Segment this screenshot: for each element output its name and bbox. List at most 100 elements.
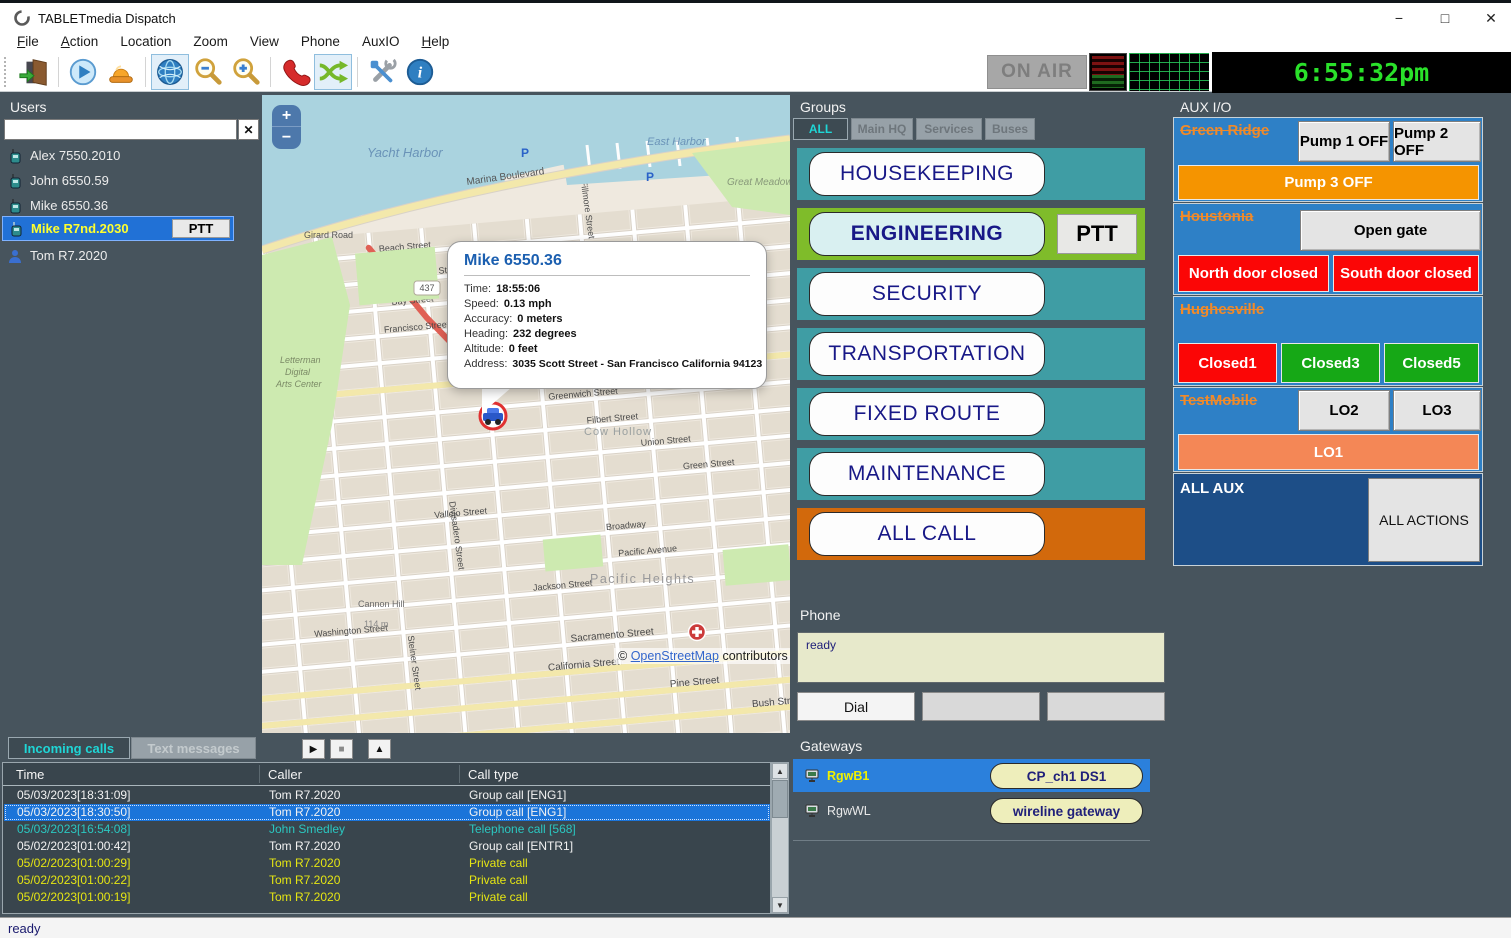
- pump3-button[interactable]: Pump 3 OFF: [1178, 165, 1479, 200]
- gateway-row-selected[interactable]: RgwB1 CP_ch1 DS1: [793, 759, 1150, 792]
- menu-file[interactable]: File: [6, 30, 50, 53]
- zoom-out-button[interactable]: [189, 54, 227, 90]
- lo3-button[interactable]: LO3: [1393, 390, 1481, 431]
- menu-action[interactable]: Action: [50, 30, 110, 53]
- attribution-suffix: contributors: [722, 649, 787, 663]
- maximize-button[interactable]: □: [1428, 6, 1462, 30]
- zoom-in-button[interactable]: [227, 54, 265, 90]
- info-icon: i: [404, 56, 436, 88]
- patch-arrows-button[interactable]: [314, 54, 352, 90]
- menu-phone[interactable]: Phone: [290, 30, 351, 53]
- call-row[interactable]: 05/02/2023[01:00:19]Tom R7.2020Private c…: [4, 889, 770, 906]
- exit-door-icon: [18, 56, 50, 88]
- groups-tab-all[interactable]: ALL: [793, 118, 848, 140]
- group-call-button[interactable]: HOUSEKEEPING: [809, 152, 1045, 196]
- column-header-time[interactable]: Time: [16, 767, 44, 782]
- call-row[interactable]: 05/03/2023[18:31:09]Tom R7.2020Group cal…: [4, 787, 770, 804]
- alert-siren-button[interactable]: [102, 54, 140, 90]
- closed3-button[interactable]: Closed3: [1281, 343, 1380, 383]
- pump2-button[interactable]: Pump 2 OFF: [1393, 121, 1481, 162]
- openstreetmap-link[interactable]: OpenStreetMap: [631, 649, 719, 663]
- phone-blank-button[interactable]: [922, 692, 1040, 721]
- gateway-channel-button[interactable]: wireline gateway: [990, 798, 1143, 824]
- start-button[interactable]: [64, 54, 102, 90]
- group-call-button[interactable]: MAINTENANCE: [809, 452, 1045, 496]
- phone-blank-button[interactable]: [1047, 692, 1165, 721]
- groups-tab-mainhq[interactable]: Main HQ: [851, 118, 913, 140]
- group-ptt-button[interactable]: PTT: [1057, 214, 1137, 254]
- dial-button[interactable]: Dial: [797, 692, 915, 721]
- lo2-button[interactable]: LO2: [1298, 390, 1390, 431]
- user-row-selected[interactable]: Mike R7nd.2030 PTT: [2, 216, 234, 241]
- exit-button[interactable]: [15, 54, 53, 90]
- map-label: Arts Center: [275, 379, 323, 389]
- user-name: Tom R7.2020: [30, 248, 107, 263]
- call-row[interactable]: 05/02/2023[01:00:29]Tom R7.2020Private c…: [4, 855, 770, 872]
- map-network-button[interactable]: [151, 54, 189, 90]
- aux-site-name: Houstonia: [1180, 208, 1253, 225]
- all-actions-button[interactable]: ALL ACTIONS: [1368, 478, 1480, 562]
- lo1-button[interactable]: LO1: [1178, 434, 1479, 470]
- group-call-button[interactable]: TRANSPORTATION: [809, 332, 1045, 376]
- scroll-up-arrow[interactable]: ▲: [772, 763, 788, 779]
- crosspatch-arrows-icon: [317, 56, 349, 88]
- column-header-calltype[interactable]: Call type: [468, 767, 519, 782]
- group-row-fixed-route: FIXED ROUTE: [797, 388, 1145, 440]
- column-header-caller[interactable]: Caller: [268, 767, 302, 782]
- users-search-clear-button[interactable]: ✕: [238, 119, 259, 140]
- pump1-button[interactable]: Pump 1 OFF: [1298, 121, 1390, 162]
- call-row-selected[interactable]: 05/03/2023[18:30:50]Tom R7.2020Group cal…: [4, 804, 770, 821]
- user-row[interactable]: Mike 6550.36: [2, 193, 234, 218]
- map-canvas[interactable]: Beach Street North Point Street Bay Stre…: [262, 95, 790, 733]
- group-call-button[interactable]: ENGINEERING: [809, 212, 1045, 256]
- user-row[interactable]: Alex 7550.2010: [2, 143, 234, 168]
- closed5-button[interactable]: Closed5: [1384, 343, 1479, 383]
- call-stop-button[interactable]: ■: [330, 739, 353, 759]
- group-call-button[interactable]: FIXED ROUTE: [809, 392, 1045, 436]
- tab-incoming-calls[interactable]: Incoming calls: [8, 737, 130, 759]
- toolbar-drag-handle[interactable]: [4, 57, 7, 87]
- menu-view[interactable]: View: [239, 30, 290, 53]
- menu-zoom[interactable]: Zoom: [182, 30, 239, 53]
- calls-scrollbar[interactable]: ▲ ▼: [771, 762, 789, 914]
- info-button[interactable]: i: [401, 54, 439, 90]
- scroll-down-arrow[interactable]: ▼: [772, 897, 788, 913]
- call-up-button[interactable]: ▲: [368, 739, 391, 759]
- tab-text-messages[interactable]: Text messages: [131, 737, 256, 759]
- group-call-button[interactable]: ALL CALL: [809, 512, 1045, 556]
- call-play-button[interactable]: ▶: [302, 739, 325, 759]
- user-row[interactable]: Tom R7.2020: [2, 243, 234, 268]
- aux-section-testmobile: TestMobile LO2 LO3 LO1: [1173, 387, 1483, 472]
- north-door-button[interactable]: North door closed: [1178, 255, 1329, 292]
- map-zoom-in-button[interactable]: +: [272, 105, 301, 127]
- gateway-channel-button[interactable]: CP_ch1 DS1: [990, 763, 1143, 789]
- map-label: Yacht Harbor: [367, 145, 443, 160]
- close-button[interactable]: ✕: [1474, 6, 1508, 30]
- tools-button[interactable]: [363, 54, 401, 90]
- south-door-button[interactable]: South door closed: [1333, 255, 1479, 292]
- menu-auxio[interactable]: AuxIO: [351, 30, 411, 53]
- users-search-input[interactable]: [4, 119, 237, 140]
- groups-tab-buses[interactable]: Buses: [985, 118, 1035, 140]
- minimize-button[interactable]: −: [1382, 6, 1416, 30]
- call-row[interactable]: 05/03/2023[16:54:08]John SmedleyTelephon…: [4, 821, 770, 838]
- scroll-thumb[interactable]: [772, 780, 788, 818]
- closed1-button[interactable]: Closed1: [1178, 343, 1277, 383]
- user-ptt-button[interactable]: PTT: [172, 219, 230, 238]
- gateway-row[interactable]: RgwWL wireline gateway: [793, 794, 1150, 827]
- map-view[interactable]: Beach Street North Point Street Bay Stre…: [262, 95, 790, 733]
- map-zoom-out-button[interactable]: −: [272, 127, 301, 149]
- menu-help[interactable]: Help: [410, 30, 460, 53]
- open-gate-button[interactable]: Open gate: [1300, 210, 1481, 251]
- call-row[interactable]: 05/02/2023[01:00:42]Tom R7.2020Group cal…: [4, 838, 770, 855]
- user-row[interactable]: John 6550.59: [2, 168, 234, 193]
- radio-icon: [7, 198, 23, 214]
- groups-tab-services[interactable]: Services: [916, 118, 982, 140]
- group-row-all-call: ALL CALL: [797, 508, 1145, 560]
- menu-location[interactable]: Location: [109, 30, 182, 53]
- phone-call-button[interactable]: [276, 54, 314, 90]
- group-call-button[interactable]: SECURITY: [809, 272, 1045, 316]
- map-popup-title: Mike 6550.36: [464, 252, 750, 270]
- toolbar-separator: [270, 57, 271, 87]
- call-row[interactable]: 05/02/2023[01:00:22]Tom R7.2020Private c…: [4, 872, 770, 889]
